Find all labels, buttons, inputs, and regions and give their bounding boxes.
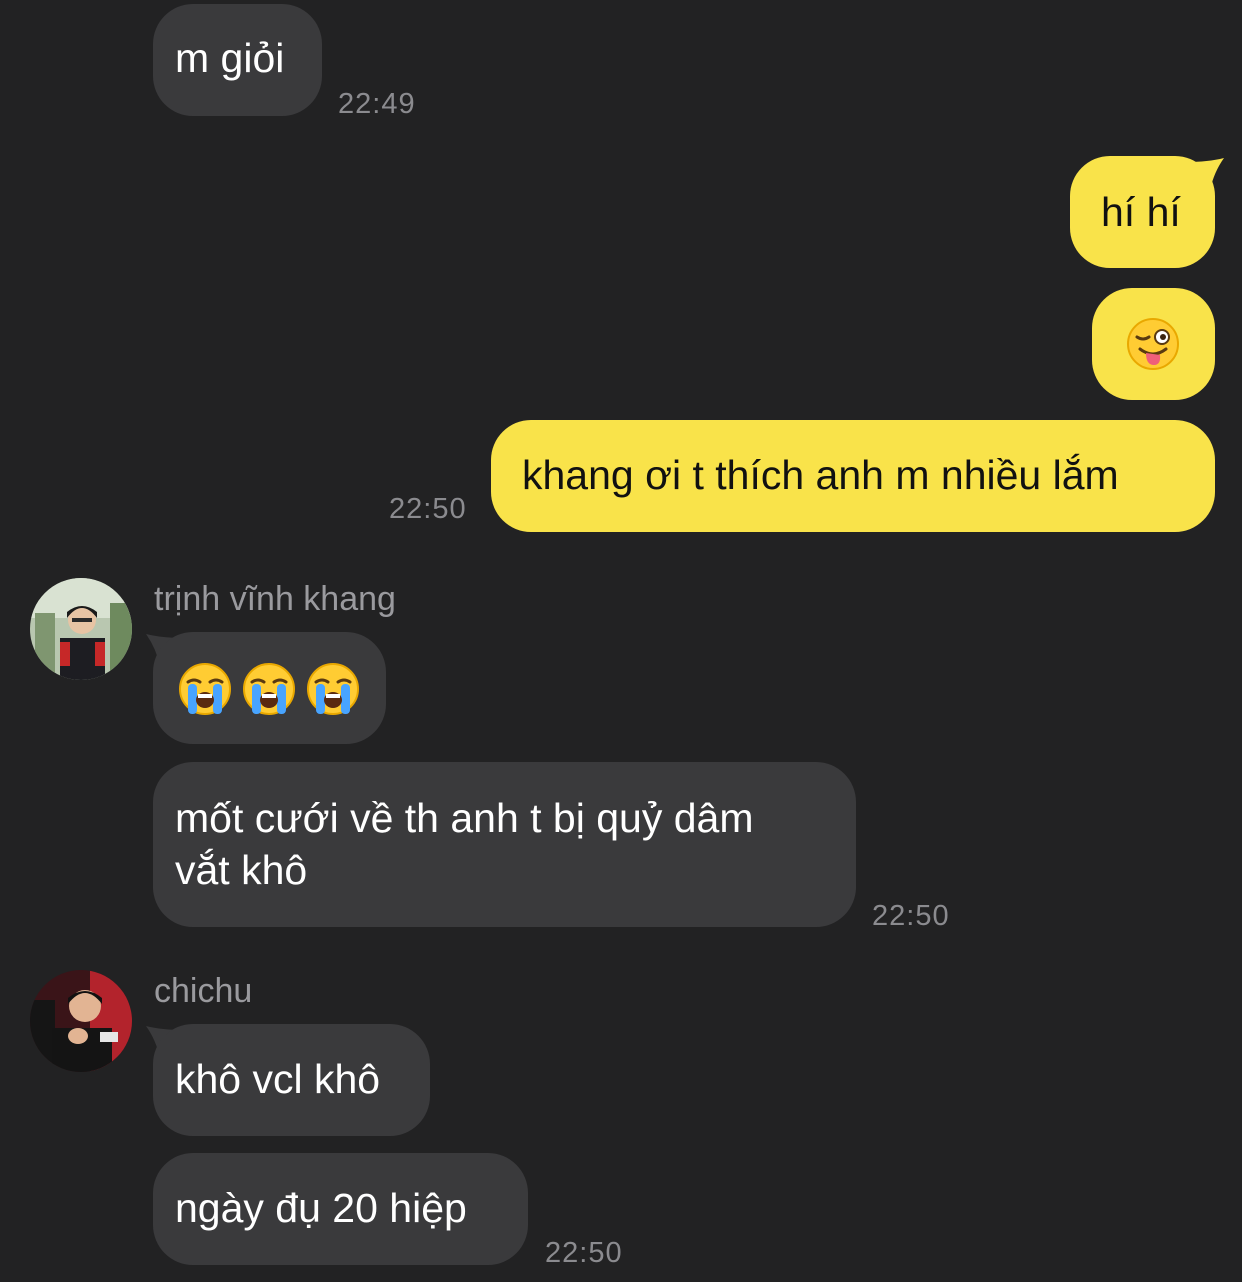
- avatar[interactable]: [30, 970, 132, 1072]
- sender-name: chichu: [154, 972, 253, 1010]
- message-timestamp: 22:50: [389, 493, 467, 525]
- loudly-crying-face-icon: [307, 663, 359, 715]
- message-bubble-incoming[interactable]: [153, 632, 386, 744]
- message-text-line: mốt cưới về th anh t bị quỷ dâm: [175, 795, 754, 841]
- message-bubble-incoming[interactable]: mốt cưới về th anh t bị quỷ dâm vắt khô: [153, 762, 856, 927]
- avatar[interactable]: [30, 578, 132, 680]
- message-timestamp: 22:50: [872, 900, 950, 932]
- message-timestamp: 22:50: [545, 1237, 623, 1269]
- loudly-crying-face-icon: [243, 663, 295, 715]
- message-text: ngày đụ 20 hiệp: [175, 1185, 467, 1231]
- message-bubble-incoming[interactable]: m giỏi: [153, 4, 322, 116]
- message-timestamp: 22:49: [338, 88, 416, 120]
- message-text: khô vcl khô: [175, 1056, 381, 1102]
- sender-name: trịnh vĩnh khang: [154, 580, 396, 618]
- winking-face-with-tongue-icon: [1127, 318, 1179, 370]
- message-bubble-outgoing[interactable]: [1092, 288, 1215, 400]
- message-bubble-outgoing[interactable]: hí hí: [1070, 156, 1215, 268]
- message-text-line: vắt khô: [175, 847, 308, 893]
- message-text: khang ơi t thích anh m nhiều lắm: [522, 452, 1119, 498]
- message-bubble-incoming[interactable]: ngày đụ 20 hiệp: [153, 1153, 528, 1265]
- message-text: hí hí: [1101, 189, 1181, 235]
- message-bubble-outgoing[interactable]: khang ơi t thích anh m nhiều lắm: [491, 420, 1215, 532]
- message-bubble-incoming[interactable]: khô vcl khô: [153, 1024, 430, 1136]
- message-text: m giỏi: [175, 35, 285, 81]
- loudly-crying-face-icon: [179, 663, 231, 715]
